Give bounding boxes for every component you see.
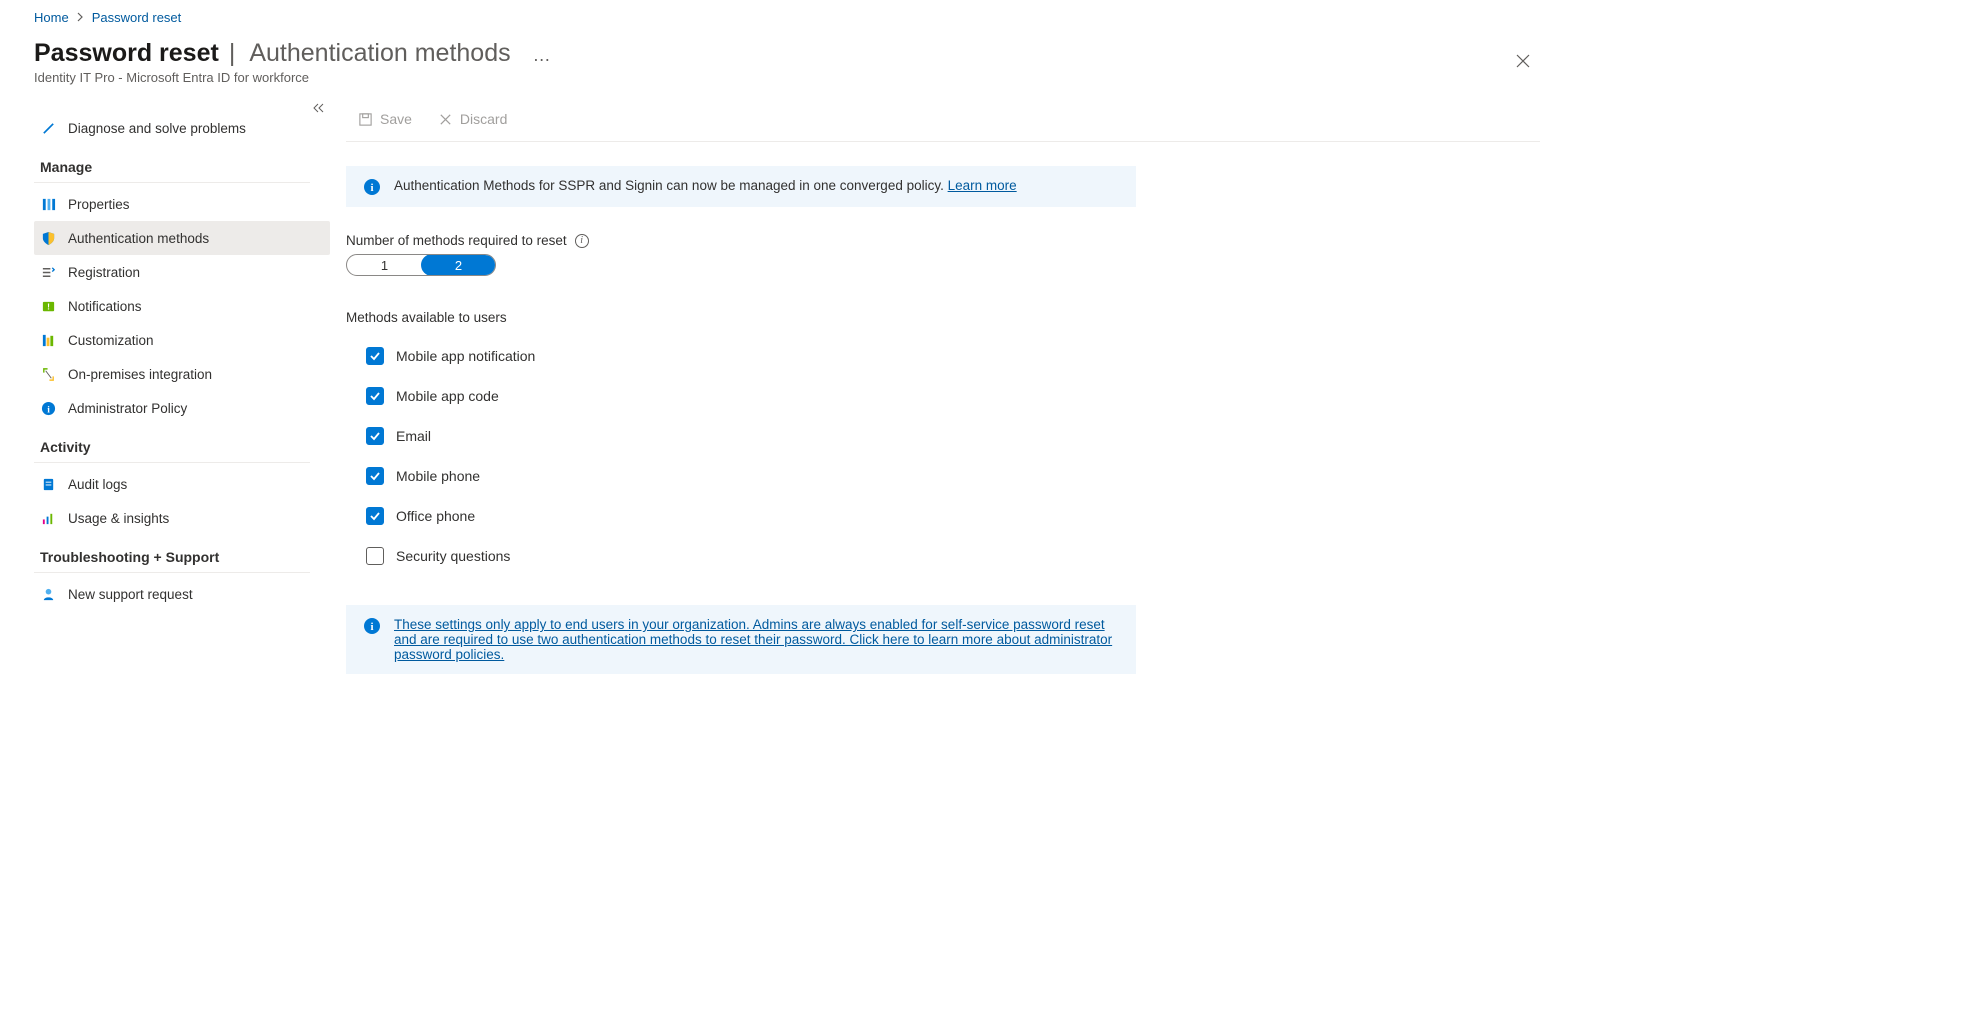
method-label: Mobile app code bbox=[396, 388, 499, 404]
insights-icon bbox=[40, 510, 56, 526]
sidebar-item-label: Authentication methods bbox=[68, 231, 209, 246]
info-icon: i bbox=[364, 179, 380, 195]
shield-icon bbox=[40, 230, 56, 246]
save-button[interactable]: Save bbox=[346, 107, 424, 131]
methods-required-label: Number of methods required to reset i bbox=[346, 233, 1540, 248]
method-label: Mobile phone bbox=[396, 468, 480, 484]
sidebar: Diagnose and solve problems Manage Prope… bbox=[34, 107, 330, 674]
toolbar: Save Discard bbox=[346, 107, 1540, 142]
customization-icon bbox=[40, 332, 56, 348]
sidebar-item-label: Notifications bbox=[68, 299, 142, 314]
more-icon[interactable]: … bbox=[533, 45, 553, 66]
sidebar-item-audit-logs[interactable]: Audit logs bbox=[34, 467, 330, 501]
method-security-questions[interactable]: Security questions bbox=[366, 547, 1540, 565]
audit-icon bbox=[40, 476, 56, 492]
sidebar-item-label: Properties bbox=[68, 197, 130, 212]
sidebar-section-troubleshooting: Troubleshooting + Support bbox=[34, 535, 310, 573]
sidebar-item-label: Registration bbox=[68, 265, 140, 280]
methods-required-option-2[interactable]: 2 bbox=[421, 254, 496, 276]
sidebar-item-onprem[interactable]: On-premises integration bbox=[34, 357, 330, 391]
sidebar-item-notifications[interactable]: ! Notifications bbox=[34, 289, 330, 323]
sidebar-item-properties[interactable]: Properties bbox=[34, 187, 330, 221]
method-email[interactable]: Email bbox=[366, 427, 1540, 445]
svg-text:i: i bbox=[370, 182, 373, 194]
notifications-icon: ! bbox=[40, 298, 56, 314]
support-icon bbox=[40, 586, 56, 602]
sidebar-section-manage: Manage bbox=[34, 145, 310, 183]
breadcrumb: Home Password reset bbox=[34, 0, 1540, 39]
method-label: Email bbox=[396, 428, 431, 444]
field-label-text: Number of methods required to reset bbox=[346, 233, 567, 248]
svg-text:i: i bbox=[370, 621, 373, 633]
method-mobile-app-notification[interactable]: Mobile app notification bbox=[366, 347, 1540, 365]
title-divider: | bbox=[229, 39, 236, 68]
sidebar-item-label: On-premises integration bbox=[68, 367, 212, 382]
method-mobile-phone[interactable]: Mobile phone bbox=[366, 467, 1540, 485]
close-icon[interactable] bbox=[1506, 46, 1540, 79]
sidebar-item-label: Usage & insights bbox=[68, 511, 169, 526]
checkbox-icon bbox=[366, 507, 384, 525]
discard-label: Discard bbox=[460, 111, 507, 127]
sidebar-item-authentication-methods[interactable]: Authentication methods bbox=[34, 221, 330, 255]
method-label: Office phone bbox=[396, 508, 475, 524]
admin-policies-link[interactable]: These settings only apply to end users i… bbox=[394, 617, 1118, 662]
sidebar-item-admin-policy[interactable]: i Administrator Policy bbox=[34, 391, 330, 425]
page-title-bold: Password reset bbox=[34, 39, 219, 68]
info-banner-top: i Authentication Methods for SSPR and Si… bbox=[346, 166, 1136, 207]
sidebar-item-label: Customization bbox=[68, 333, 154, 348]
svg-text:!: ! bbox=[47, 301, 50, 311]
sidebar-item-label: Diagnose and solve problems bbox=[68, 121, 246, 136]
checkbox-icon bbox=[366, 427, 384, 445]
collapse-sidebar-icon[interactable] bbox=[312, 103, 324, 116]
chevron-right-icon bbox=[77, 10, 84, 25]
checkbox-icon bbox=[366, 467, 384, 485]
method-office-phone[interactable]: Office phone bbox=[366, 507, 1540, 525]
sidebar-item-new-support-request[interactable]: New support request bbox=[34, 577, 330, 611]
checkbox-icon bbox=[366, 387, 384, 405]
methods-available-label: Methods available to users bbox=[346, 310, 1540, 325]
info-text: Authentication Methods for SSPR and Sign… bbox=[394, 178, 1017, 193]
registration-icon bbox=[40, 264, 56, 280]
sidebar-item-customization[interactable]: Customization bbox=[34, 323, 330, 357]
methods-list: Mobile app notification Mobile app code … bbox=[346, 347, 1540, 565]
info-icon: i bbox=[364, 618, 380, 634]
checkbox-icon bbox=[366, 347, 384, 365]
properties-icon bbox=[40, 196, 56, 212]
sidebar-item-label: New support request bbox=[68, 587, 193, 602]
methods-required-option-1[interactable]: 1 bbox=[347, 255, 422, 275]
discard-button[interactable]: Discard bbox=[426, 107, 519, 131]
method-mobile-app-code[interactable]: Mobile app code bbox=[366, 387, 1540, 405]
sidebar-item-diagnose[interactable]: Diagnose and solve problems bbox=[34, 111, 330, 145]
methods-required-toggle: 1 2 bbox=[346, 254, 496, 276]
svg-text:i: i bbox=[47, 405, 50, 415]
breadcrumb-current[interactable]: Password reset bbox=[92, 10, 182, 25]
page-subtitle: Identity IT Pro - Microsoft Entra ID for… bbox=[34, 70, 553, 85]
method-label: Mobile app notification bbox=[396, 348, 535, 364]
sidebar-item-label: Audit logs bbox=[68, 477, 127, 492]
info-banner-bottom: i These settings only apply to end users… bbox=[346, 605, 1136, 674]
page-title: Password reset | Authentication methods … bbox=[34, 39, 553, 68]
onprem-icon bbox=[40, 366, 56, 382]
save-label: Save bbox=[380, 111, 412, 127]
method-label: Security questions bbox=[396, 548, 510, 564]
diagnose-icon bbox=[40, 120, 56, 136]
learn-more-link[interactable]: Learn more bbox=[948, 178, 1017, 193]
info-banner-text: Authentication Methods for SSPR and Sign… bbox=[394, 178, 948, 193]
info-icon: i bbox=[40, 400, 56, 416]
page-title-thin: Authentication methods bbox=[249, 39, 510, 68]
sidebar-section-activity: Activity bbox=[34, 425, 310, 463]
checkbox-icon bbox=[366, 547, 384, 565]
sidebar-item-usage-insights[interactable]: Usage & insights bbox=[34, 501, 330, 535]
breadcrumb-home[interactable]: Home bbox=[34, 10, 69, 25]
sidebar-item-label: Administrator Policy bbox=[68, 401, 187, 416]
info-outline-icon[interactable]: i bbox=[575, 234, 589, 248]
sidebar-item-registration[interactable]: Registration bbox=[34, 255, 330, 289]
